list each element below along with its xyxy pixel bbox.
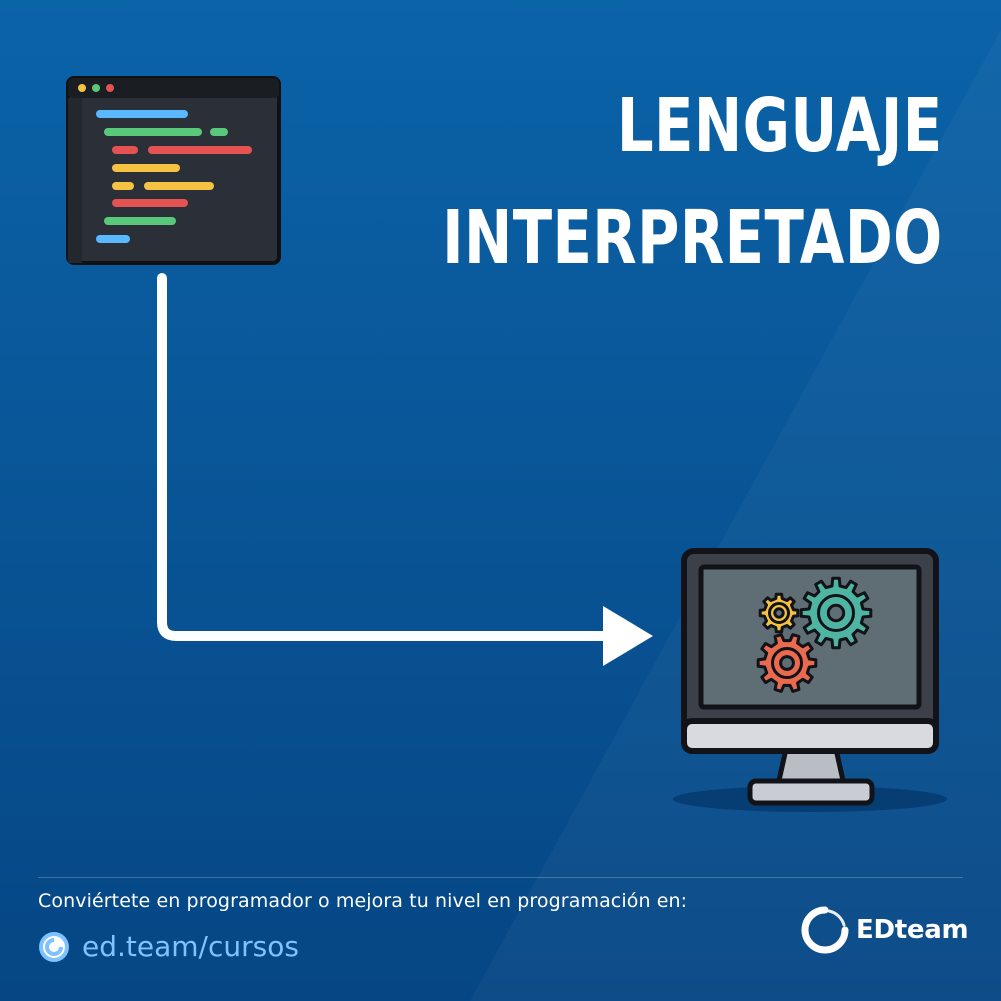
window-dot-yellow (78, 84, 86, 92)
code-editor-icon (66, 76, 281, 265)
gear-icon (756, 633, 818, 693)
title-line-1: LENGUAJE (617, 83, 943, 169)
footer-cta-text: Conviértete en programador o mejora tu n… (38, 890, 688, 912)
gear-icon (758, 592, 800, 634)
computer-monitor-icon (673, 548, 947, 812)
courses-link-text: ed.team/cursos (82, 930, 299, 963)
edteam-logo-icon (39, 931, 69, 962)
brand-name: EDteam (856, 915, 969, 945)
window-dot-red (106, 84, 114, 92)
edteam-brand: EDteam (800, 905, 969, 955)
page-title: LENGUAJE INTERPRETADO (443, 70, 943, 294)
title-line-2: INTERPRETADO (442, 195, 943, 281)
courses-link[interactable]: ed.team/cursos (38, 930, 299, 963)
infographic-canvas: LENGUAJE INTERPRETADO Conviértete en pro… (0, 0, 1001, 1001)
flow-arrow (157, 273, 653, 666)
footer-divider (38, 877, 963, 878)
window-dot-green (92, 84, 100, 92)
edteam-logo-icon (801, 906, 849, 954)
